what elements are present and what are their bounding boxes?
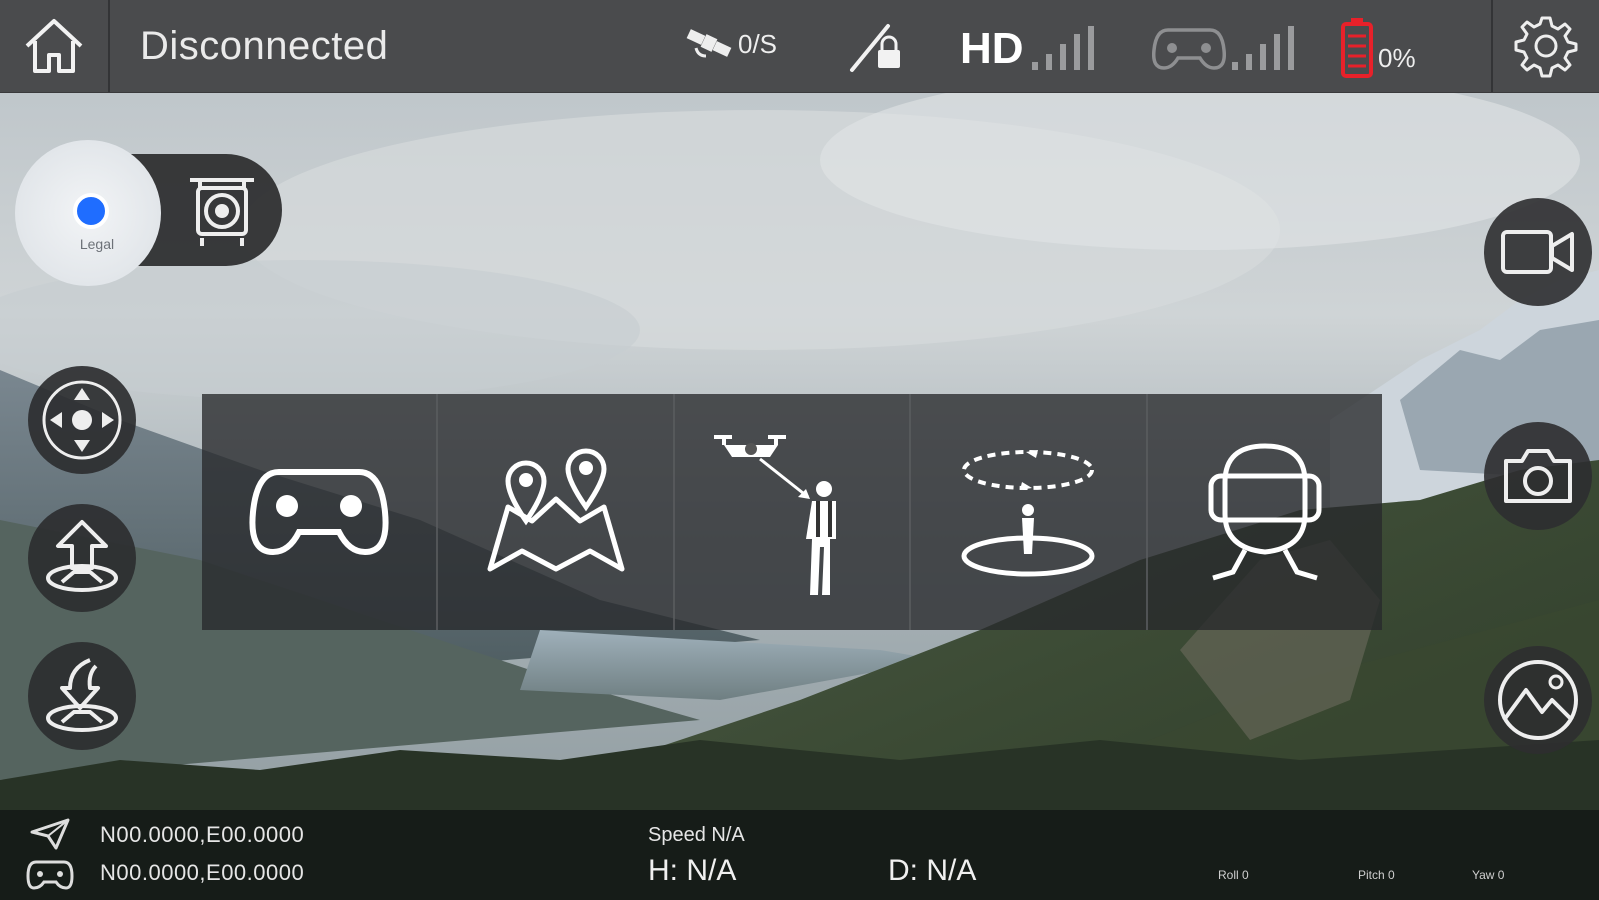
takeoff-icon bbox=[46, 520, 118, 592]
gimbal-button[interactable] bbox=[180, 168, 264, 252]
orbit-icon bbox=[961, 450, 1095, 577]
gear-icon bbox=[1514, 16, 1578, 78]
controller-coordinates: N00.0000,E00.0000 bbox=[100, 860, 305, 885]
drone-location-icon bbox=[30, 818, 70, 850]
video-link-indicator: HD bbox=[960, 24, 1100, 74]
return-home-icon bbox=[46, 658, 118, 732]
return-home-button[interactable] bbox=[28, 642, 136, 750]
connection-status: Disconnected bbox=[140, 24, 389, 68]
compass-lock-icon bbox=[850, 24, 900, 72]
satellite-icon bbox=[686, 29, 732, 58]
home-icon bbox=[25, 19, 83, 73]
home-button[interactable] bbox=[0, 0, 108, 92]
satellite-count: 0/S bbox=[738, 28, 778, 59]
pitch-readout: Pitch 0 bbox=[1358, 868, 1395, 882]
waypoint-mode[interactable] bbox=[438, 394, 675, 630]
battery-percent: 0% bbox=[1378, 42, 1416, 73]
record-video-button[interactable] bbox=[1484, 198, 1592, 306]
signal-bars-icon bbox=[1232, 26, 1294, 70]
yaw-readout: Yaw 0 bbox=[1472, 868, 1505, 882]
dpad-icon bbox=[42, 380, 122, 460]
follow-me-mode[interactable] bbox=[675, 394, 912, 630]
gamepad-icon bbox=[1152, 28, 1226, 70]
divider bbox=[108, 0, 110, 92]
direction-pad-button[interactable] bbox=[28, 366, 136, 474]
compass-lock-indicator bbox=[848, 22, 910, 74]
takeoff-button[interactable] bbox=[28, 504, 136, 612]
map-legal-label: Legal bbox=[79, 236, 115, 252]
battery-indicator: 0% bbox=[1340, 16, 1416, 78]
battery-icon bbox=[1341, 18, 1373, 78]
drone-coordinates: N00.0000,E00.0000 bbox=[100, 822, 305, 847]
take-photo-button[interactable] bbox=[1484, 422, 1592, 530]
top-status-bar: Disconnected 0/S HD 0% bbox=[0, 0, 1599, 93]
telemetry-bar: N00.0000,E00.0000 N00.0000,E00.0000 Spee… bbox=[0, 810, 1599, 900]
controller-location-icon bbox=[26, 860, 74, 890]
speed-readout: Speed N/A bbox=[648, 824, 745, 846]
video-camera-icon bbox=[1501, 230, 1574, 274]
signal-bars-icon bbox=[1031, 26, 1094, 70]
manual-mode[interactable] bbox=[202, 394, 439, 630]
controller-link-indicator bbox=[1152, 24, 1300, 74]
vr-mode[interactable] bbox=[1148, 394, 1382, 630]
gimbal-camera-icon bbox=[190, 178, 254, 246]
gallery-icon bbox=[1498, 660, 1578, 740]
gamepad-icon bbox=[249, 469, 389, 556]
gallery-button[interactable] bbox=[1484, 646, 1592, 754]
orbit-mode[interactable] bbox=[911, 394, 1148, 630]
follow-me-icon bbox=[714, 435, 837, 595]
camera-icon bbox=[1504, 449, 1572, 503]
flight-mode-panel bbox=[202, 394, 1382, 630]
distance-readout: D: N/A bbox=[888, 854, 977, 887]
roll-readout: Roll 0 bbox=[1218, 868, 1249, 882]
settings-button[interactable] bbox=[1493, 0, 1599, 92]
location-dot bbox=[73, 193, 109, 229]
map-pins-icon bbox=[487, 448, 625, 572]
vr-headset-icon bbox=[1208, 443, 1322, 581]
mini-map[interactable]: Legal bbox=[15, 140, 161, 286]
satellite-indicator: 0/S bbox=[684, 22, 777, 66]
height-readout: H: N/A bbox=[648, 854, 737, 887]
video-label: HD bbox=[960, 24, 1024, 73]
